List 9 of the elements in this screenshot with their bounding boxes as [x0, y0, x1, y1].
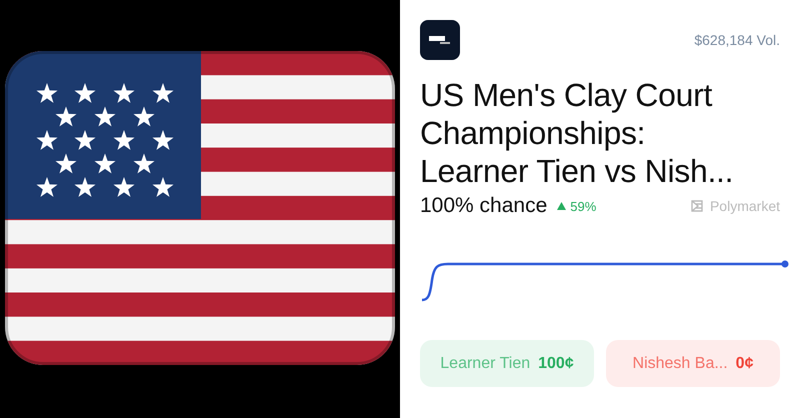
change-text: 59%	[570, 198, 596, 214]
market-title: US Men's Clay Court Championships: Learner Tien vs Nish...	[420, 76, 734, 190]
volume-text: $628,184 Vol.	[694, 32, 780, 48]
source-label: Polymarket	[710, 198, 780, 214]
outcome-button[interactable]: Nishesh Ba... 0¢	[606, 340, 780, 387]
source-logo-icon	[690, 199, 704, 213]
chance-text: 100% chance	[420, 194, 548, 218]
outcome-button[interactable]: Learner Tien 100¢	[420, 340, 594, 387]
logo-icon	[420, 20, 460, 60]
